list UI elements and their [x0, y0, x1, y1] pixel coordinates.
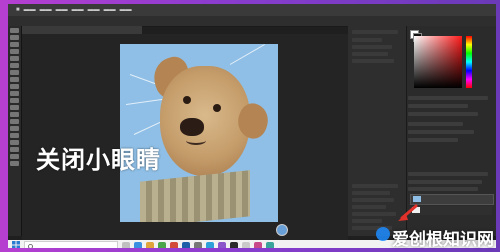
text-tool-icon[interactable] — [10, 133, 19, 138]
menu-item[interactable]: ▬▬ — [120, 5, 132, 15]
photoshop-app-icon[interactable] — [182, 242, 190, 248]
brush-tool-icon[interactable] — [10, 77, 19, 82]
taskbar-search-input[interactable] — [24, 241, 118, 248]
panel-row[interactable] — [352, 52, 388, 56]
properties-row[interactable] — [352, 198, 394, 202]
menu-item[interactable]: ▬▬ — [56, 5, 68, 15]
menu-item[interactable]: ▬▬ — [24, 5, 36, 15]
properties-row[interactable] — [352, 205, 386, 209]
panel-row[interactable] — [408, 138, 458, 142]
shape-tool-icon[interactable] — [10, 147, 19, 152]
app-icon[interactable] — [146, 242, 154, 248]
properties-row[interactable] — [352, 212, 396, 216]
panel-row[interactable] — [352, 38, 382, 42]
properties-row[interactable] — [352, 219, 382, 223]
menu-item[interactable]: ▬▬ — [72, 5, 84, 15]
panel-row[interactable] — [408, 122, 463, 126]
task-view-icon[interactable] — [122, 242, 130, 248]
path-select-icon[interactable] — [10, 140, 19, 145]
menu-bar: ■ ▬▬ ▬▬ ▬▬ ▬▬ ▬▬ ▬▬ ▬▬ — [8, 4, 496, 16]
move-tool-icon[interactable] — [10, 28, 19, 33]
watermark: 爱创根知识网 — [376, 225, 494, 250]
document-tab[interactable] — [22, 26, 142, 34]
app-icon[interactable] — [134, 242, 142, 248]
select-tool-icon[interactable] — [10, 49, 19, 54]
layer-row[interactable] — [410, 206, 492, 215]
eraser-tool-icon[interactable] — [10, 98, 19, 103]
crop-tool-icon[interactable] — [10, 56, 19, 61]
layer-row[interactable] — [410, 194, 494, 205]
layer-thumbnail-icon — [413, 196, 421, 202]
history-brush-icon[interactable] — [10, 91, 19, 96]
dog-mouth — [186, 136, 206, 145]
panel-row[interactable] — [352, 45, 392, 49]
search-icon — [28, 244, 33, 248]
panel-row[interactable] — [352, 59, 394, 63]
panel-row[interactable] — [408, 112, 478, 116]
panel-row[interactable] — [408, 96, 488, 100]
properties-row[interactable] — [352, 184, 398, 188]
dog-eye — [213, 104, 221, 112]
gradient-tool-icon[interactable] — [10, 105, 19, 110]
panel-row[interactable] — [408, 130, 474, 134]
app-icon[interactable] — [194, 242, 202, 248]
app-icon[interactable] — [266, 242, 274, 248]
app-icon[interactable] — [254, 242, 262, 248]
light-ray — [229, 44, 265, 65]
app-icon[interactable] — [230, 242, 238, 248]
app-icon[interactable] — [206, 242, 214, 248]
healing-tool-icon[interactable] — [10, 70, 19, 75]
panel-row[interactable] — [408, 104, 468, 108]
dodge-tool-icon[interactable] — [10, 119, 19, 124]
lasso-tool-icon[interactable] — [10, 42, 19, 47]
stamp-tool-icon[interactable] — [10, 84, 19, 89]
hand-tool-icon[interactable] — [10, 154, 19, 159]
color-picker-field[interactable] — [414, 36, 462, 88]
chrome-icon[interactable] — [276, 224, 288, 236]
dog-head — [160, 66, 250, 176]
dog-eye — [183, 96, 191, 104]
zoom-tool-icon[interactable] — [10, 161, 19, 166]
layers-panel-header[interactable] — [408, 172, 488, 176]
menu-items: ■ ▬▬ ▬▬ ▬▬ ▬▬ ▬▬ ▬▬ ▬▬ — [16, 5, 132, 15]
document-image[interactable] — [120, 44, 278, 222]
app-icon[interactable] — [242, 242, 250, 248]
dog-collar — [140, 170, 250, 222]
menu-item[interactable]: ■ — [16, 5, 20, 15]
pen-tool-icon[interactable] — [10, 126, 19, 131]
layers-options-row[interactable] — [408, 187, 478, 191]
overlay-title: 关闭小眼睛 — [36, 146, 161, 174]
menu-item[interactable]: ▬▬ — [88, 5, 100, 15]
menu-item[interactable]: ▬▬ — [104, 5, 116, 15]
tools-panel — [8, 26, 22, 236]
eyedropper-tool-icon[interactable] — [10, 63, 19, 68]
app-icon[interactable] — [158, 242, 166, 248]
hue-slider[interactable] — [466, 36, 472, 88]
windows-start-icon[interactable] — [12, 241, 20, 248]
right-panels — [348, 26, 496, 236]
watermark-logo-icon — [376, 227, 390, 241]
layers-filter-row[interactable] — [408, 180, 482, 184]
app-icon[interactable] — [218, 242, 226, 248]
panel-tab[interactable] — [352, 30, 398, 34]
arrow-icon — [398, 204, 418, 221]
photoshop-window: ■ ▬▬ ▬▬ ▬▬ ▬▬ ▬▬ ▬▬ ▬▬ 关闭小眼睛 — [8, 4, 496, 248]
watermark-text: 爱创根知识网 — [392, 230, 494, 250]
properties-row[interactable] — [352, 191, 390, 195]
blur-tool-icon[interactable] — [10, 112, 19, 117]
marquee-tool-icon[interactable] — [10, 35, 19, 40]
dog-nose — [180, 118, 204, 136]
app-icon[interactable] — [170, 242, 178, 248]
menu-item[interactable]: ▬▬ — [40, 5, 52, 15]
